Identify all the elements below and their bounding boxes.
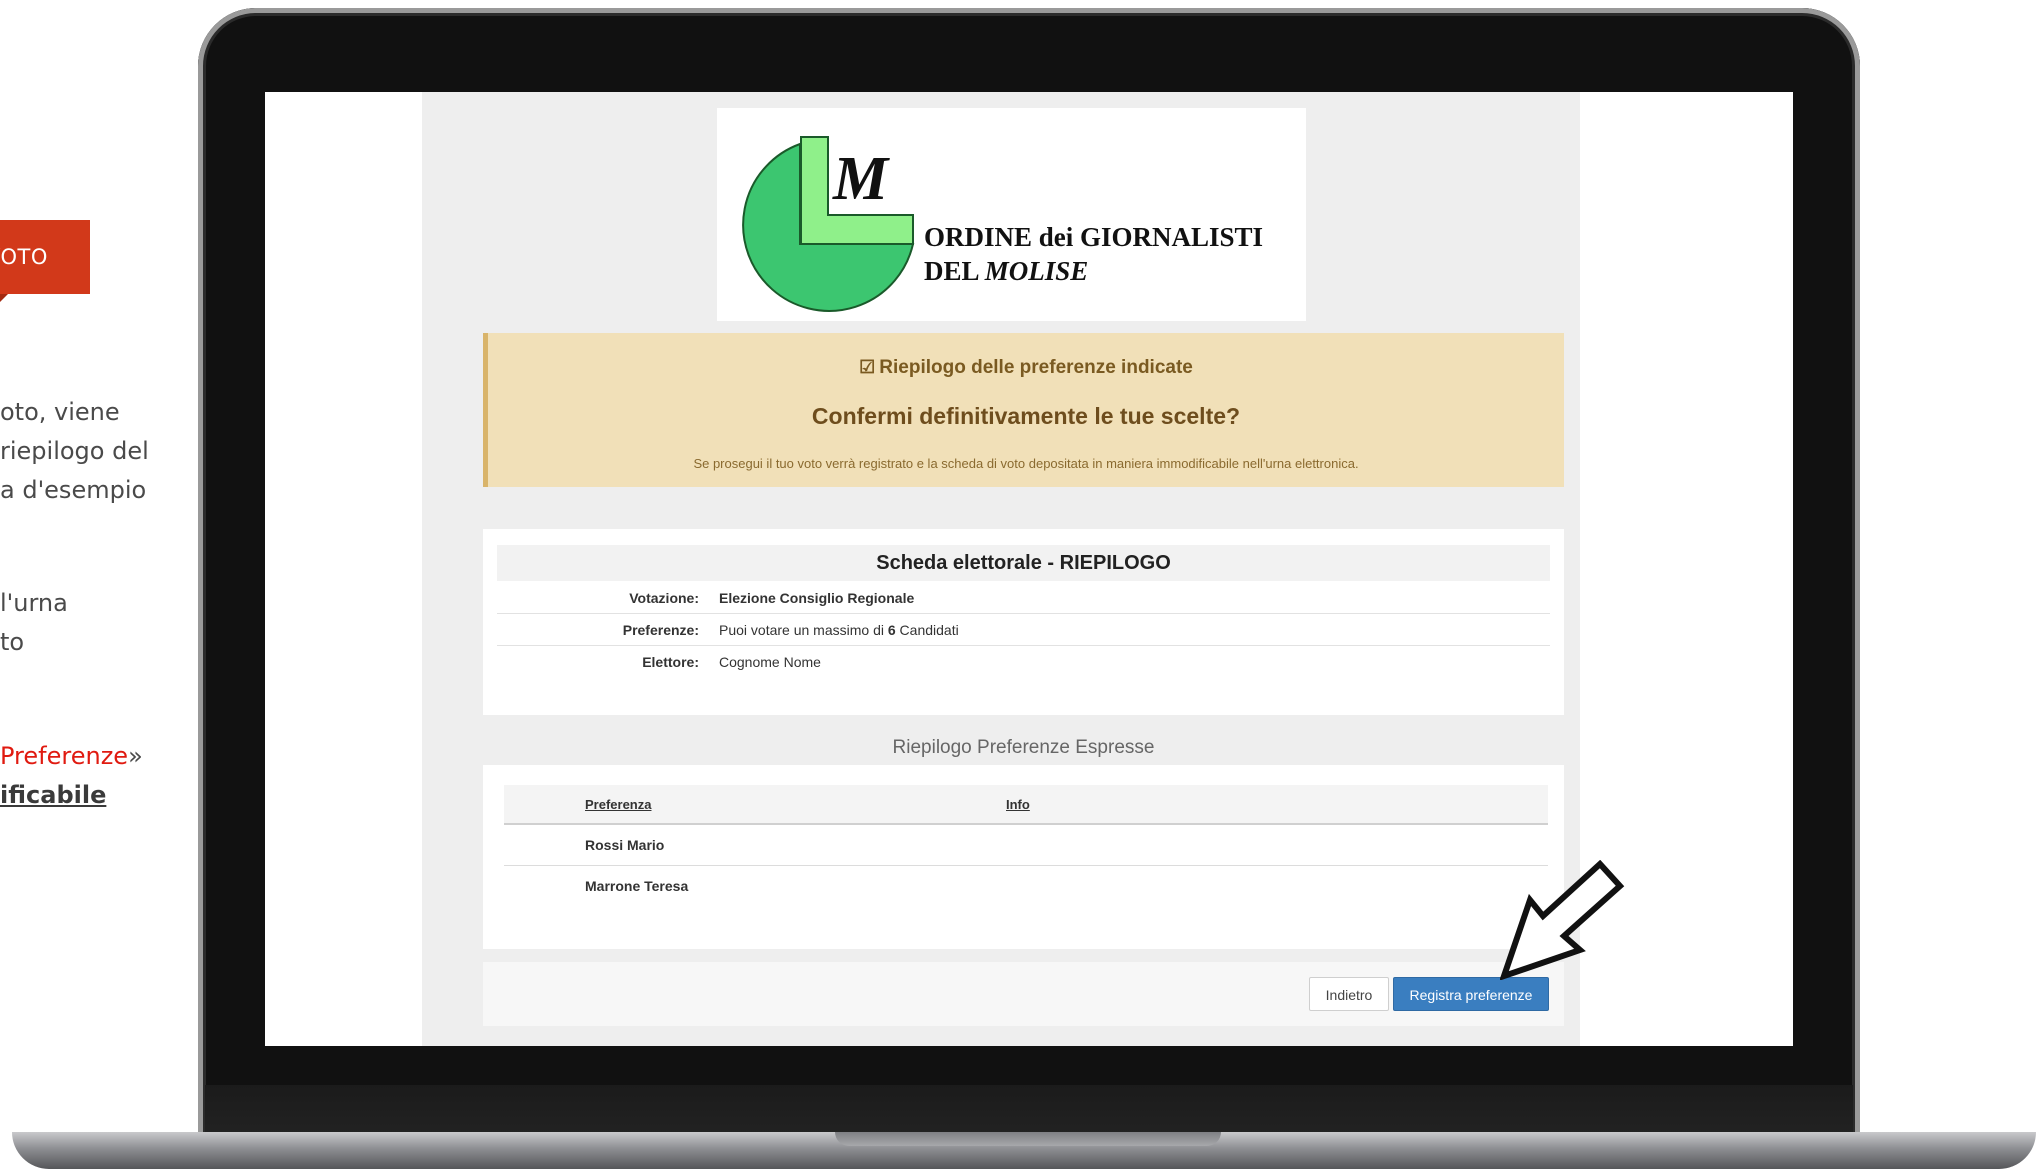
- column-header-info[interactable]: Info: [1006, 797, 1030, 812]
- slide-red-text: Preferenze: [0, 742, 129, 770]
- slide-text-line: l'urna: [0, 589, 68, 617]
- check-square-icon: ☑: [859, 357, 876, 377]
- summary-label: Elettore:: [642, 654, 699, 670]
- table-row: Marrone Teresa: [504, 866, 1548, 906]
- slide-text-line: oto, viene: [0, 398, 120, 426]
- slide-badge: VOTO: [0, 220, 90, 302]
- back-button[interactable]: Indietro: [1309, 977, 1389, 1011]
- alert-note: Se prosegui il tuo voto verrà registrato…: [693, 456, 1359, 471]
- ballot-summary-card: Scheda elettorale - RIEPILOGO Votazione:…: [483, 529, 1564, 715]
- logo-graphic: M: [742, 136, 915, 312]
- column-header-preferenza[interactable]: Preferenza: [585, 797, 651, 812]
- laptop-chin: [205, 1085, 1853, 1135]
- alert-question: Confermi definitivamente le tue scelte?: [811, 403, 1241, 429]
- summary-value-suffix: Candidati: [895, 622, 959, 638]
- laptop-notch: [835, 1132, 1221, 1146]
- alert-heading: ☑ Riepilogo delle preferenze indicate: [488, 357, 1564, 379]
- slide-text-line: a d'esempio: [0, 476, 147, 504]
- organization-logo: M ORDINE dei GIORNALISTI DEL MOLISE: [717, 108, 1306, 321]
- candidate-name: Rossi Mario: [585, 837, 665, 853]
- slide-bold-text: ificabile: [0, 781, 107, 809]
- slide-badge-label: VOTO: [0, 245, 48, 269]
- slide-paragraph-1: oto, viene riepilogo del a d'esempio: [0, 393, 149, 510]
- max-candidates-count: 6: [887, 622, 896, 638]
- confirmation-alert: ☑ Riepilogo delle preferenze indicate Con…: [483, 333, 1564, 487]
- logo-line-1: ORDINE dei GIORNALISTI: [924, 222, 1264, 252]
- summary-value: Puoi votare un massimo di 6 Candidati: [719, 622, 959, 638]
- register-preferences-button[interactable]: Registra preferenze: [1393, 977, 1549, 1011]
- voting-page: M ORDINE dei GIORNALISTI DEL MOLISE ☑ Rie…: [422, 92, 1580, 1046]
- preferences-section-title: Riepilogo Preferenze Espresse: [892, 737, 1155, 758]
- slide-paragraph-3: Preferenze» ificabile: [0, 737, 143, 815]
- slide-text-line: riepilogo del: [0, 437, 149, 465]
- summary-value-prefix: Puoi votare un massimo di: [719, 622, 888, 638]
- table-row: Rossi Mario: [504, 825, 1548, 866]
- slide-quote-mark: »: [128, 742, 143, 770]
- logo-line-2-italic: MOLISE: [984, 256, 1089, 286]
- summary-row-elettore: Elettore: Cognome Nome: [497, 646, 1550, 677]
- slide-paragraph-2: l'urna to: [0, 584, 68, 662]
- summary-value: Elezione Consiglio Regionale: [719, 590, 915, 606]
- pointer-arrow-icon: [1500, 860, 1625, 980]
- preferences-table-header: Preferenza Info: [504, 785, 1548, 825]
- summary-row-preferenze: Preferenze: Puoi votare un massimo di 6 …: [497, 614, 1550, 646]
- ballot-summary-title: Scheda elettorale - RIEPILOGO: [497, 545, 1550, 581]
- logo-line-2-prefix: DEL: [924, 256, 985, 286]
- alert-heading-text: Riepilogo delle preferenze indicate: [879, 357, 1193, 378]
- badge-tail: [0, 294, 8, 302]
- form-footer: Indietro Registra preferenze: [483, 962, 1564, 1026]
- logo-letter: M: [832, 145, 890, 213]
- summary-row-votazione: Votazione: Elezione Consiglio Regionale: [497, 582, 1550, 614]
- summary-label: Votazione:: [629, 590, 699, 606]
- preferences-table: Preferenza Info Rossi Mario Marrone Tere…: [483, 765, 1564, 949]
- summary-value: Cognome Nome: [719, 654, 821, 670]
- logo-title: ORDINE dei GIORNALISTI DEL MOLISE: [924, 220, 1263, 288]
- candidate-name: Marrone Teresa: [585, 878, 689, 894]
- summary-label: Preferenze:: [622, 622, 699, 638]
- slide-text-line: to: [0, 628, 25, 656]
